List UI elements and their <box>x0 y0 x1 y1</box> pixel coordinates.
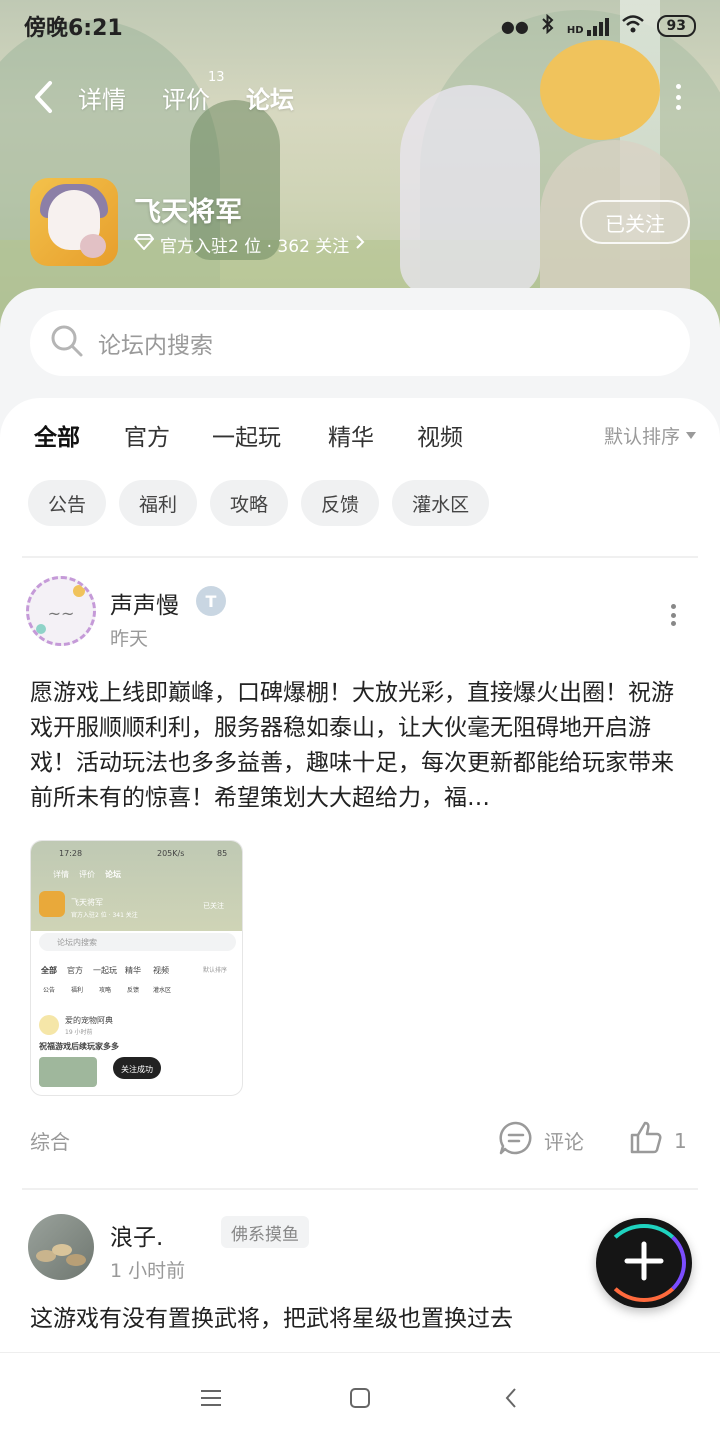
thumb-chip: 福利 <box>71 987 84 994</box>
thumb-tab: 详情 <box>53 870 69 879</box>
forum-sheet: 论坛内搜索 全部 官方 一起玩 精华 视频 默认排序 公告 福利 攻略 反馈 灌… <box>0 288 720 1352</box>
thumb-cat: 一起玩 <box>93 966 117 975</box>
tab-reviews[interactable]: 评价 <box>162 80 210 115</box>
status-bar: 傍晚6:21 ●● HD 93 <box>24 10 696 42</box>
user-tag: 佛系摸鱼 <box>221 1216 309 1248</box>
thumb-battery: 85 <box>217 849 228 858</box>
game-info: 飞天将军 官方入驻2 位 · 362 关注 已关注 <box>30 178 690 268</box>
signal-dots-icon: ●● <box>500 16 529 36</box>
chevron-right-icon <box>355 234 365 255</box>
more-vertical-icon[interactable] <box>676 84 682 110</box>
chip-welfare[interactable]: 福利 <box>119 480 198 526</box>
thumb-tab: 论坛 <box>105 870 121 879</box>
game-header-banner: 傍晚6:21 ●● HD 93 详情 评价 13 论坛 飞天将军 官方入驻2 位… <box>0 0 720 330</box>
chip-guide[interactable]: 攻略 <box>210 480 289 526</box>
thumb-sort: 默认排序 <box>203 967 228 974</box>
follow-button[interactable]: 已关注 <box>580 200 690 244</box>
thumb-follow: 已关注 <box>203 902 224 910</box>
avatar[interactable] <box>28 1214 94 1280</box>
new-post-button[interactable] <box>596 1218 692 1308</box>
category-tab-video[interactable]: 视频 <box>417 418 463 452</box>
thumb-time: 17:28 <box>59 849 83 858</box>
post-card[interactable]: ~~ 声声慢 T 昨天 愿游戏上线即巅峰，口碑爆棚！大放光彩，直接爆火出圈！祝游… <box>0 558 720 1188</box>
menu-icon[interactable] <box>194 1381 228 1415</box>
thumb-chip: 反馈 <box>127 987 140 994</box>
comment-button[interactable]: 评论 <box>498 1120 584 1161</box>
sort-dropdown[interactable]: 默认排序 <box>604 422 696 449</box>
thumb-cat: 精华 <box>125 966 141 975</box>
thumb-net: 205K/s <box>157 849 185 858</box>
top-nav: 详情 评价 13 论坛 <box>0 70 720 122</box>
game-logo[interactable] <box>30 178 118 266</box>
post-text: 愿游戏上线即巅峰，口碑爆棚！大放光彩，直接爆火出圈！祝游戏开服顺顺利利，服务器稳… <box>30 680 674 811</box>
thumb-toast: 关注成功 <box>121 1065 153 1074</box>
category-tab-official[interactable]: 官方 <box>124 418 170 452</box>
game-meta-link[interactable]: 官方入驻2 位 · 362 关注 <box>134 232 365 257</box>
category-tab-all[interactable]: 全部 <box>34 418 80 456</box>
svg-text:~~: ~~ <box>48 604 75 623</box>
thumb-chip: 公告 <box>43 987 56 994</box>
forum-content: 全部 官方 一起玩 精华 视频 默认排序 公告 福利 攻略 反馈 灌水区 ~~ … <box>0 398 720 1352</box>
category-tabs: 全部 官方 一起玩 精华 视频 默认排序 <box>34 418 696 458</box>
thumb-cat: 全部 <box>41 966 57 975</box>
category-tab-featured[interactable]: 精华 <box>328 418 374 452</box>
back-icon[interactable] <box>30 80 60 114</box>
back-nav-icon[interactable] <box>494 1381 528 1415</box>
verified-badge-icon: T <box>196 586 226 616</box>
post-author[interactable]: 浪子. <box>110 1218 163 1252</box>
system-nav-bar <box>0 1352 720 1440</box>
tab-details[interactable]: 详情 <box>78 80 126 115</box>
network-type-label: HD <box>566 25 584 36</box>
sort-label: 默认排序 <box>603 426 680 448</box>
bluetooth-icon <box>541 13 555 38</box>
battery-indicator: 93 <box>656 15 696 37</box>
home-icon[interactable] <box>343 1381 377 1415</box>
topic-chips: 公告 福利 攻略 反馈 灌水区 <box>28 480 490 526</box>
post-time: 昨天 <box>110 628 149 650</box>
game-name: 飞天将军 <box>134 197 242 228</box>
thumb-tab: 评价 <box>79 870 95 879</box>
thumb-author: 爱的宠物阿典 <box>65 1016 113 1025</box>
reviews-count-badge: 13 <box>208 70 225 85</box>
thumb-chip: 灌水区 <box>153 987 172 994</box>
post-author[interactable]: 声声慢 <box>110 586 179 620</box>
chip-chat[interactable]: 灌水区 <box>392 480 490 526</box>
category-tab-play-together[interactable]: 一起玩 <box>212 418 281 452</box>
game-meta-text: 官方入驻2 位 · 362 关注 <box>160 237 350 257</box>
post-text: 这游戏有没有置换武将，把武将星级也置换过去 <box>30 1306 513 1332</box>
post-time: 1 小时前 <box>110 1260 186 1282</box>
comment-label: 评论 <box>544 1130 584 1154</box>
like-count: 1 <box>674 1128 687 1153</box>
avatar[interactable]: ~~ <box>26 576 96 646</box>
tab-forum[interactable]: 论坛 <box>246 80 294 117</box>
thumb-post-time: 19 小时前 <box>65 1029 93 1036</box>
chip-announcement[interactable]: 公告 <box>28 480 107 526</box>
thumb-cat: 视频 <box>153 966 169 975</box>
thumb-search: 论坛内搜索 <box>57 938 97 947</box>
search-input[interactable]: 论坛内搜索 <box>30 310 690 376</box>
comment-icon <box>498 1120 534 1161</box>
cellular-signal-icon <box>586 16 609 36</box>
search-icon <box>50 324 84 362</box>
thumb-cat: 官方 <box>67 966 83 975</box>
status-time: 傍晚6:21 <box>24 16 123 41</box>
thumb-game: 飞天将军 <box>71 898 103 907</box>
post-more-icon[interactable] <box>671 604 676 626</box>
post-category[interactable]: 综合 <box>30 1126 70 1155</box>
chip-feedback[interactable]: 反馈 <box>301 480 380 526</box>
thumb-meta: 官方入驻2 位 · 341 关注 <box>71 912 138 919</box>
thumb-post-text: 祝福游戏后续玩家多多 <box>39 1042 119 1051</box>
post-image-screenshot[interactable]: 17:28 205K/s 85 详情 评价 论坛 飞天将军 官方入驻2 位 · … <box>30 840 243 1096</box>
wifi-icon <box>621 14 645 38</box>
search-placeholder: 论坛内搜索 <box>98 333 213 359</box>
thumb-chip: 攻略 <box>99 987 112 994</box>
like-button[interactable]: 1 <box>628 1120 687 1161</box>
diamond-icon <box>134 234 154 255</box>
caret-down-icon <box>686 432 696 439</box>
thumbs-up-icon <box>628 1120 664 1161</box>
